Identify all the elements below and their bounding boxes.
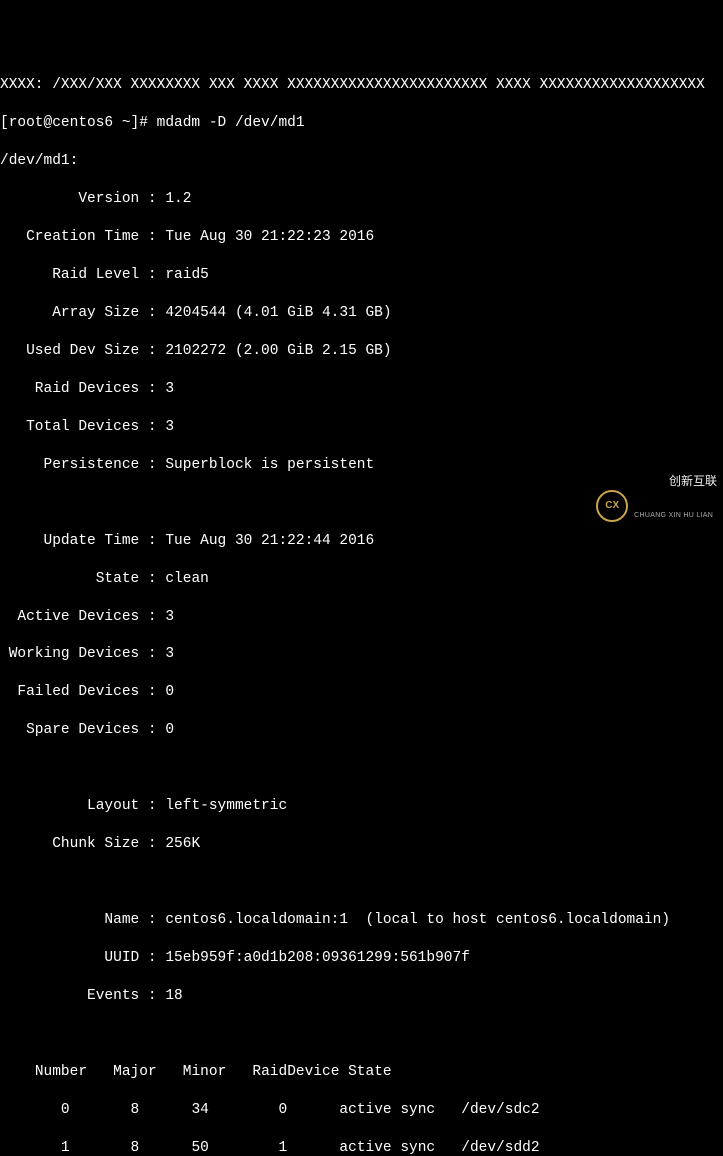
- blank-2: [0, 759, 723, 778]
- table-row: 1 8 50 1 active sync /dev/sdd2: [0, 1139, 723, 1156]
- detail-layout: Layout : left-symmetric: [0, 797, 723, 816]
- detail-raid-devices: Raid Devices : 3: [0, 380, 723, 399]
- detail-failed-dev: Failed Devices : 0: [0, 683, 723, 702]
- detail-used-dev-size: Used Dev Size : 2102272 (2.00 GiB 2.15 G…: [0, 342, 723, 361]
- watermark-sub: CHUANG XIN HU LIAN: [634, 511, 717, 520]
- detail-uuid: UUID : 15eb959f:a0d1b208:09361299:561b90…: [0, 949, 723, 968]
- detail-version: Version : 1.2: [0, 190, 723, 209]
- detail-array-size: Array Size : 4204544 (4.01 GiB 4.31 GB): [0, 304, 723, 323]
- detail-raid-level: Raid Level : raid5: [0, 266, 723, 285]
- detail-creation-time: Creation Time : Tue Aug 30 21:22:23 2016: [0, 228, 723, 247]
- detail-total-devices: Total Devices : 3: [0, 418, 723, 437]
- table-header: Number Major Minor RaidDevice State: [0, 1063, 723, 1082]
- device-line: /dev/md1:: [0, 152, 723, 171]
- partial-top-line: XXXX: /XXX/XXX XXXXXXXX XXX XXXX XXXXXXX…: [0, 76, 723, 95]
- blank-4: [0, 1025, 723, 1044]
- prompt-line-1[interactable]: [root@centos6 ~]# mdadm -D /dev/md1: [0, 114, 723, 133]
- blank-3: [0, 873, 723, 892]
- detail-events: Events : 18: [0, 987, 723, 1006]
- detail-working-dev: Working Devices : 3: [0, 645, 723, 664]
- detail-spare-dev: Spare Devices : 0: [0, 721, 723, 740]
- watermark: CX 创新互联 CHUANG XIN HU LIAN: [596, 454, 717, 558]
- detail-state: State : clean: [0, 570, 723, 589]
- watermark-logo-icon: CX: [596, 490, 628, 522]
- table-row: 0 8 34 0 active sync /dev/sdc2: [0, 1101, 723, 1120]
- detail-name: Name : centos6.localdomain:1 (local to h…: [0, 911, 723, 930]
- detail-chunk-size: Chunk Size : 256K: [0, 835, 723, 854]
- detail-active-dev: Active Devices : 3: [0, 608, 723, 627]
- watermark-brand: 创新互联: [669, 474, 717, 488]
